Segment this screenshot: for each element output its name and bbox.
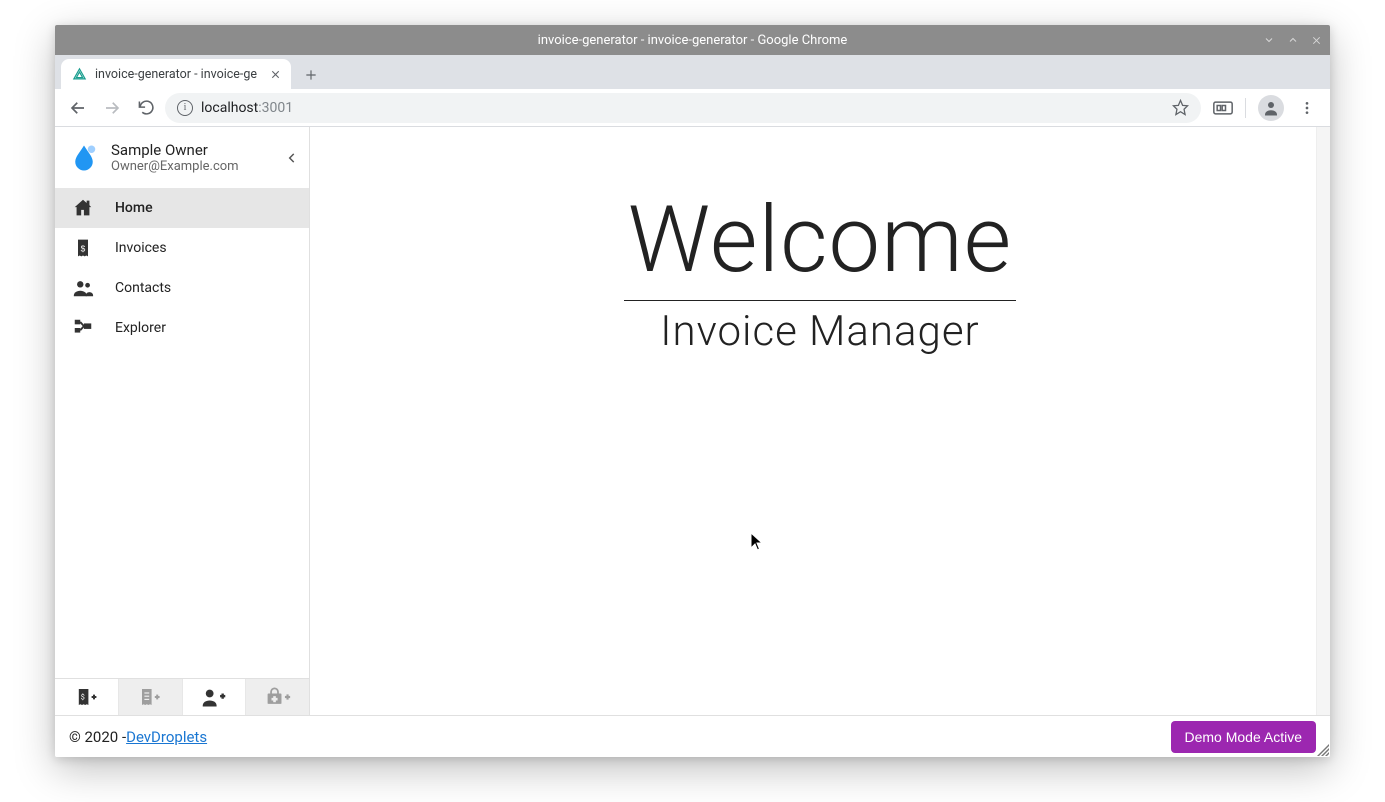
bookmark-star-icon[interactable] — [1172, 99, 1189, 116]
new-item-button[interactable] — [246, 679, 309, 715]
profile-email: Owner@Example.com — [111, 159, 239, 174]
droplet-logo-icon — [69, 143, 99, 173]
url-text: localhost:3001 — [201, 100, 293, 116]
footer-link[interactable]: DevDroplets — [126, 728, 207, 746]
main-panel: Welcome Invoice Manager — [310, 127, 1330, 715]
sidebar-item-label: Explorer — [115, 320, 166, 336]
favicon-icon — [71, 66, 87, 82]
url-port: :3001 — [258, 100, 293, 116]
sidebar: Sample Owner Owner@Example.com Home — [55, 127, 310, 715]
browser-tab[interactable]: invoice-generator - invoice-ge — [61, 59, 291, 89]
minimize-icon[interactable] — [1263, 34, 1275, 46]
chrome-window: invoice-generator - invoice-generator - … — [55, 25, 1330, 757]
app-footer: © 2020 - DevDroplets Demo Mode Active — [55, 715, 1330, 757]
resize-grip-icon[interactable] — [1317, 744, 1329, 756]
profile-block[interactable]: Sample Owner Owner@Example.com — [55, 127, 309, 188]
scrollbar[interactable] — [1316, 127, 1330, 715]
collapse-sidebar-icon[interactable] — [285, 151, 299, 165]
svg-text:$: $ — [81, 692, 85, 701]
forward-button[interactable] — [97, 93, 127, 123]
sidebar-item-label: Home — [115, 200, 153, 216]
kebab-menu-icon[interactable] — [1292, 93, 1322, 123]
sidebar-item-label: Invoices — [115, 240, 167, 256]
sidebar-nav: Home $ Invoices Contacts — [55, 188, 309, 348]
hero: Welcome Invoice Manager — [624, 187, 1016, 356]
reload-button[interactable] — [131, 93, 161, 123]
browser-toolbar: i localhost:3001 — [55, 89, 1330, 127]
invoice-icon: $ — [71, 238, 95, 258]
site-info-icon[interactable]: i — [177, 100, 193, 116]
extension-icon[interactable] — [1213, 101, 1233, 115]
tab-title: invoice-generator - invoice-ge — [95, 67, 262, 82]
footer-copyright: © 2020 - — [69, 728, 126, 746]
close-icon[interactable] — [1311, 35, 1322, 46]
sidebar-item-label: Contacts — [115, 280, 171, 296]
home-icon — [71, 197, 95, 219]
toolbar-right — [1205, 93, 1322, 123]
url-host: localhost — [201, 100, 258, 116]
profile-name: Sample Owner — [111, 141, 239, 159]
os-window-controls — [1263, 25, 1322, 55]
sidebar-bottom-actions: $ — [55, 678, 309, 715]
new-contact-button[interactable] — [183, 679, 247, 715]
demo-mode-button[interactable]: Demo Mode Active — [1171, 721, 1317, 753]
profile-avatar-icon[interactable] — [1258, 95, 1284, 121]
sidebar-item-explorer[interactable]: Explorer — [55, 308, 309, 348]
os-window-title: invoice-generator - invoice-generator - … — [538, 33, 848, 48]
new-receipt-button[interactable] — [119, 679, 183, 715]
hero-subtitle: Invoice Manager — [624, 307, 1016, 356]
sidebar-item-contacts[interactable]: Contacts — [55, 268, 309, 308]
profile-text: Sample Owner Owner@Example.com — [111, 141, 239, 174]
sidebar-item-home[interactable]: Home — [55, 188, 309, 228]
tabstrip: invoice-generator - invoice-ge — [55, 55, 1330, 89]
sidebar-item-invoices[interactable]: $ Invoices — [55, 228, 309, 268]
contacts-icon — [71, 277, 95, 299]
hero-title: Welcome — [624, 187, 1016, 301]
os-titlebar: invoice-generator - invoice-generator - … — [55, 25, 1330, 55]
maximize-icon[interactable] — [1287, 34, 1299, 46]
address-bar[interactable]: i localhost:3001 — [165, 93, 1201, 123]
svg-text:$: $ — [81, 243, 86, 253]
explorer-icon — [71, 317, 95, 339]
back-button[interactable] — [63, 93, 93, 123]
new-tab-button[interactable] — [297, 61, 325, 89]
toolbar-divider — [1245, 98, 1246, 118]
new-invoice-button[interactable]: $ — [55, 679, 119, 715]
app-content: Sample Owner Owner@Example.com Home — [55, 127, 1330, 715]
tab-close-icon[interactable] — [270, 69, 281, 80]
